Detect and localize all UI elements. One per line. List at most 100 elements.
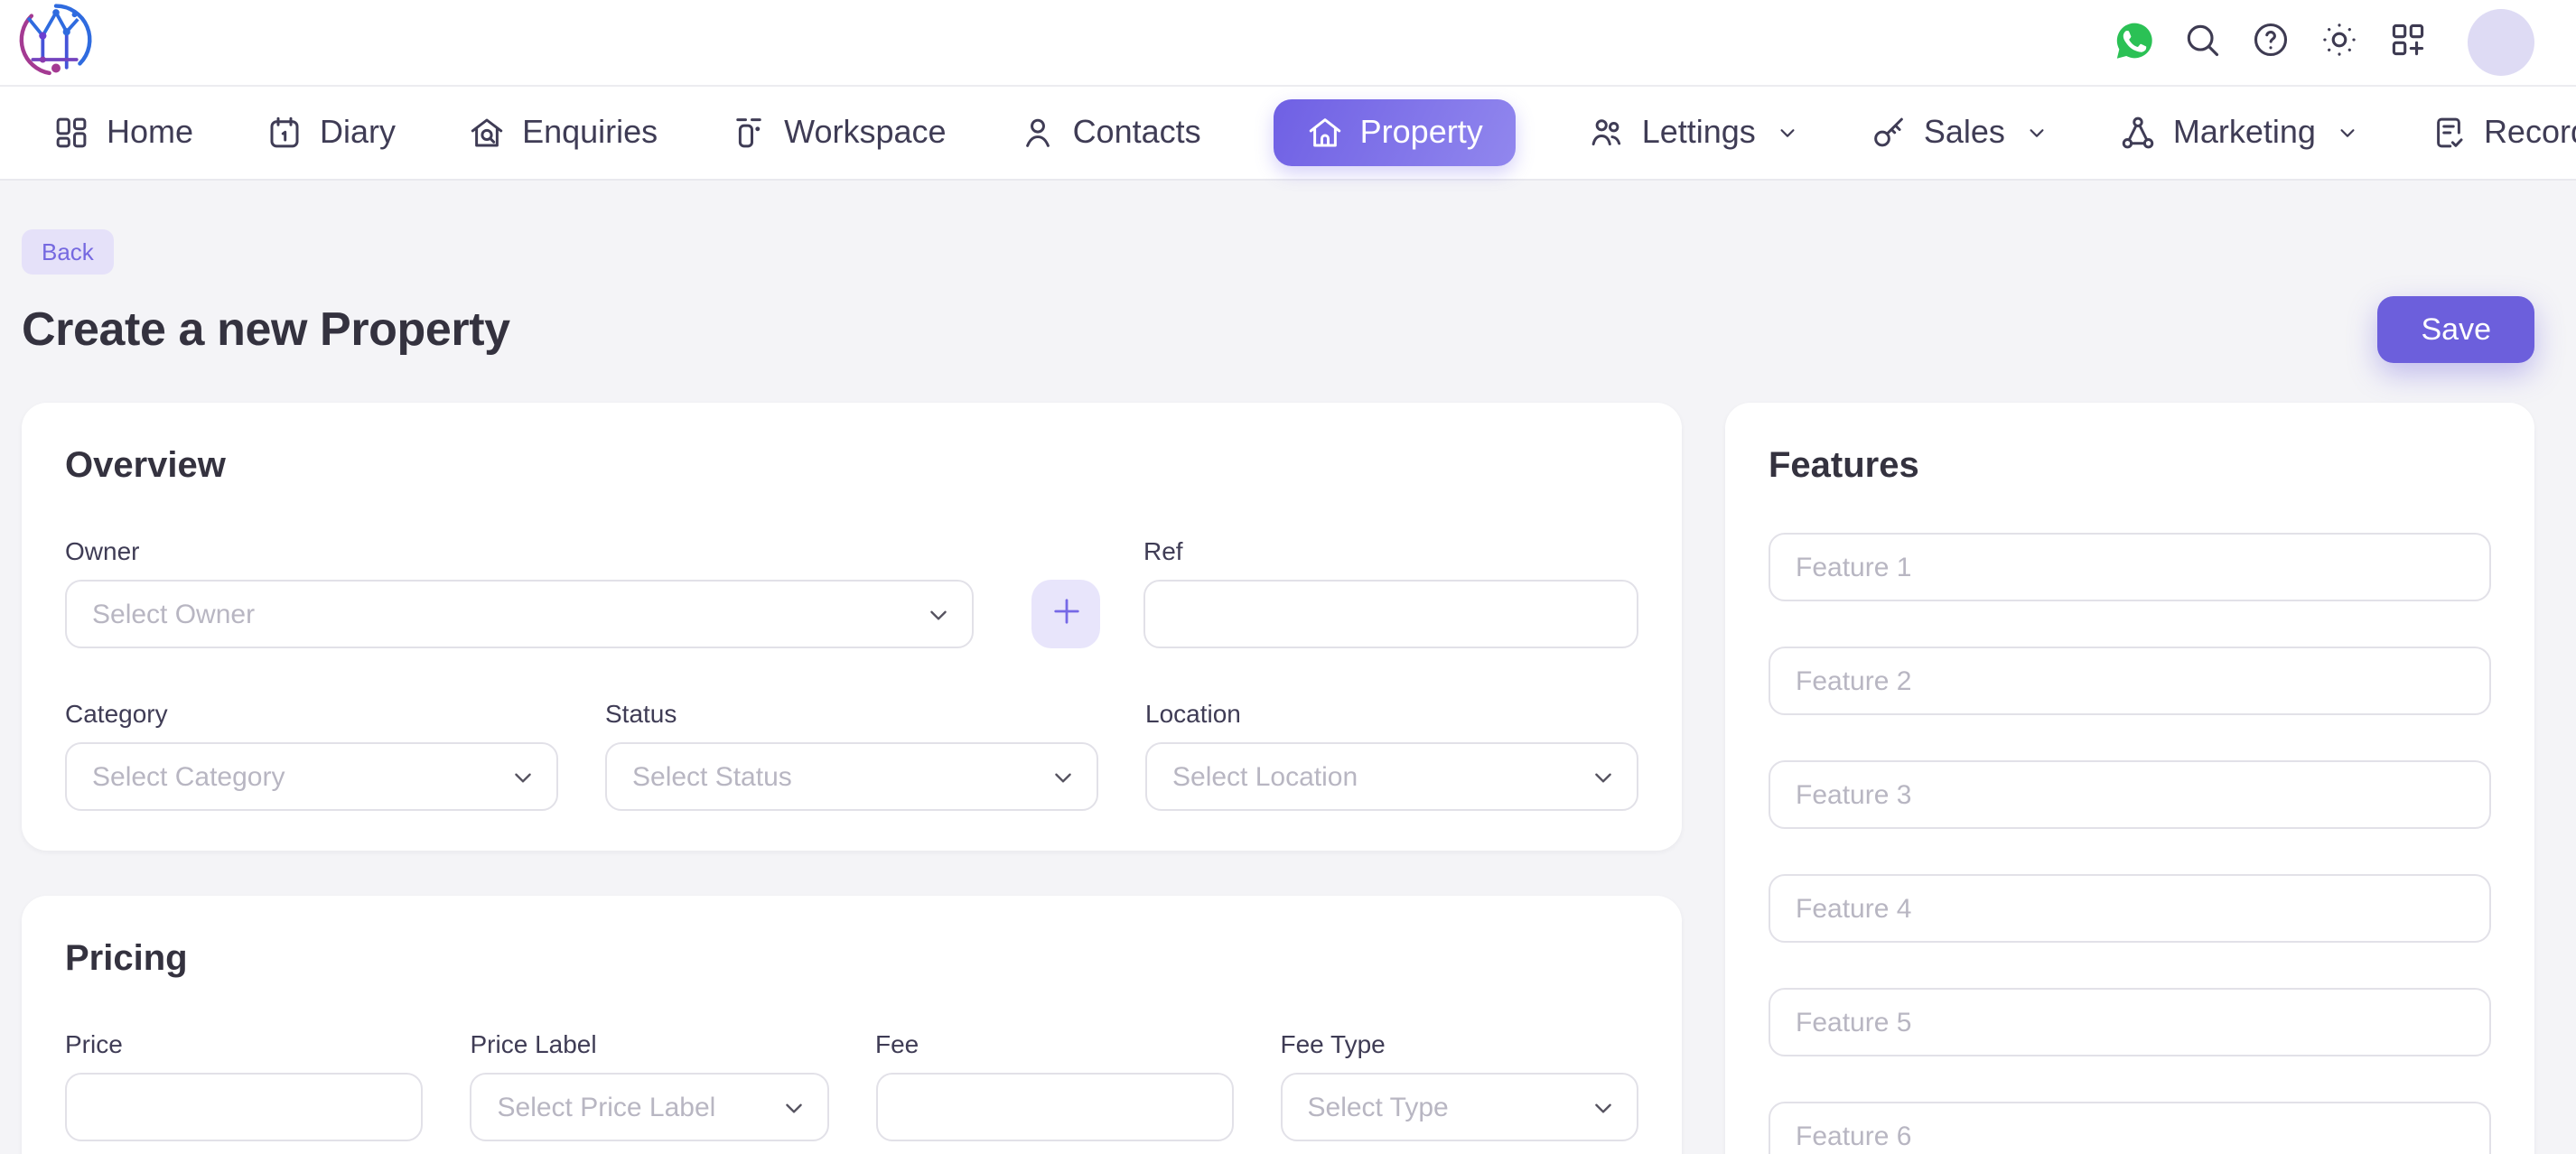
key-icon — [1870, 114, 1908, 152]
chevron-down-icon — [1591, 765, 1615, 788]
add-owner-button[interactable] — [1031, 580, 1100, 648]
nav-item-records[interactable]: Records — [2430, 114, 2576, 152]
chevron-down-icon — [927, 602, 950, 626]
feature-5-input[interactable] — [1769, 988, 2491, 1056]
nav-label: Marketing — [2173, 114, 2316, 152]
owner-label: Owner — [65, 536, 974, 565]
fee-type-select[interactable]: Select Type — [1281, 1073, 1639, 1141]
fee-type-field-group: Fee Type Select Type — [1281, 1029, 1639, 1141]
main-nav: Home Diary Enquiries — [0, 87, 2576, 181]
price-label-select-placeholder: Select Price Label — [498, 1092, 716, 1122]
chevron-down-icon — [1778, 123, 1797, 143]
help-button[interactable] — [2244, 15, 2298, 70]
chevron-down-icon — [1591, 1095, 1615, 1119]
owner-field-group: Owner Select Owner — [65, 536, 974, 648]
owner-select[interactable]: Select Owner — [65, 580, 974, 648]
overview-card: Overview Owner Select Owner — [22, 403, 1682, 851]
nav-item-home[interactable]: Home — [52, 114, 193, 152]
chevron-down-icon — [511, 765, 535, 788]
pricing-title: Pricing — [65, 939, 1638, 979]
feature-6-input[interactable] — [1769, 1102, 2491, 1154]
features-card: Features — [1725, 403, 2534, 1154]
nav-label: Records — [2484, 114, 2576, 152]
features-title: Features — [1769, 446, 2491, 486]
nav-item-sales[interactable]: Sales — [1870, 114, 2047, 152]
location-field-group: Location Select Location — [1145, 699, 1638, 811]
feature-3-input[interactable] — [1769, 760, 2491, 829]
brand-logo-icon[interactable] — [16, 0, 96, 88]
brightness-button[interactable] — [2312, 15, 2366, 70]
chevron-down-icon — [2338, 123, 2357, 143]
feature-1-input[interactable] — [1769, 533, 2491, 601]
top-bar — [0, 0, 2576, 87]
feature-4-input[interactable] — [1769, 874, 2491, 943]
price-input[interactable] — [65, 1073, 424, 1141]
status-select-placeholder: Select Status — [632, 761, 792, 792]
nav-item-contacts[interactable]: Contacts — [1019, 114, 1201, 152]
save-button[interactable]: Save — [2378, 296, 2535, 363]
fee-type-label: Fee Type — [1281, 1029, 1639, 1058]
nav-item-marketing[interactable]: Marketing — [2119, 114, 2357, 152]
calendar-icon — [266, 114, 303, 152]
ref-input[interactable] — [1143, 580, 1638, 648]
share-nodes-icon — [2119, 114, 2157, 152]
category-select-placeholder: Select Category — [92, 761, 285, 792]
location-select-placeholder: Select Location — [1172, 761, 1358, 792]
nav-label: Sales — [1924, 114, 2005, 152]
ref-label: Ref — [1143, 536, 1638, 565]
user-avatar[interactable] — [2468, 9, 2534, 76]
nav-item-lettings[interactable]: Lettings — [1588, 114, 1797, 152]
chevron-down-icon — [781, 1095, 805, 1119]
page-content: Back Create a new Property Save Overview… — [0, 181, 2576, 1154]
fee-field-group: Fee — [875, 1029, 1234, 1141]
whatsapp-button[interactable] — [2106, 15, 2161, 70]
nav-item-diary[interactable]: Diary — [266, 114, 396, 152]
nav-label: Property — [1360, 114, 1483, 152]
nav-item-enquiries[interactable]: Enquiries — [468, 114, 658, 152]
pricing-row: Price Price Label Select Price Label — [65, 1029, 1638, 1141]
fee-type-select-placeholder: Select Type — [1308, 1092, 1449, 1122]
nav-label: Lettings — [1642, 114, 1756, 152]
price-field-group: Price — [65, 1029, 424, 1141]
topbar-actions — [2106, 9, 2534, 76]
search-button[interactable] — [2175, 15, 2229, 70]
people-icon — [1588, 114, 1626, 152]
search-icon — [2182, 20, 2222, 65]
back-button[interactable]: Back — [22, 229, 114, 275]
nav-label: Contacts — [1073, 114, 1201, 152]
price-label-select[interactable]: Select Price Label — [471, 1073, 829, 1141]
apps-add-button[interactable] — [2381, 15, 2435, 70]
fee-input[interactable] — [875, 1073, 1234, 1141]
dashboard-icon — [52, 114, 90, 152]
features-column: Features — [1725, 403, 2534, 1154]
price-label-field-group: Price Label Select Price Label — [471, 1029, 829, 1141]
status-field-group: Status Select Status — [605, 699, 1098, 811]
nav-item-workspace[interactable]: Workspace — [730, 114, 946, 152]
nav-label: Home — [107, 114, 193, 152]
page-header: Create a new Property Save — [22, 296, 2534, 363]
overview-row-1: Owner Select Owner — [65, 536, 1638, 648]
form-column: Overview Owner Select Owner — [22, 403, 1682, 1154]
status-label: Status — [605, 699, 1098, 728]
features-list — [1769, 533, 2491, 1154]
status-select[interactable]: Select Status — [605, 742, 1098, 811]
nav-item-property[interactable]: Property — [1274, 99, 1516, 166]
nav-label: Enquiries — [522, 114, 658, 152]
owner-select-placeholder: Select Owner — [92, 599, 255, 629]
plus-icon — [1047, 592, 1085, 636]
feature-2-input[interactable] — [1769, 647, 2491, 715]
house-icon — [1306, 114, 1344, 152]
person-icon — [1019, 114, 1057, 152]
category-select[interactable]: Select Category — [65, 742, 558, 811]
nav-label: Diary — [320, 114, 396, 152]
category-label: Category — [65, 699, 558, 728]
chevron-down-icon — [1051, 765, 1075, 788]
fee-label: Fee — [875, 1029, 1234, 1058]
overview-row-2: Category Select Category Status — [65, 699, 1638, 811]
price-label: Price — [65, 1029, 424, 1058]
location-label: Location — [1145, 699, 1638, 728]
help-icon — [2251, 20, 2291, 65]
page-title: Create a new Property — [22, 302, 510, 358]
location-select[interactable]: Select Location — [1145, 742, 1638, 811]
house-search-icon — [468, 114, 506, 152]
